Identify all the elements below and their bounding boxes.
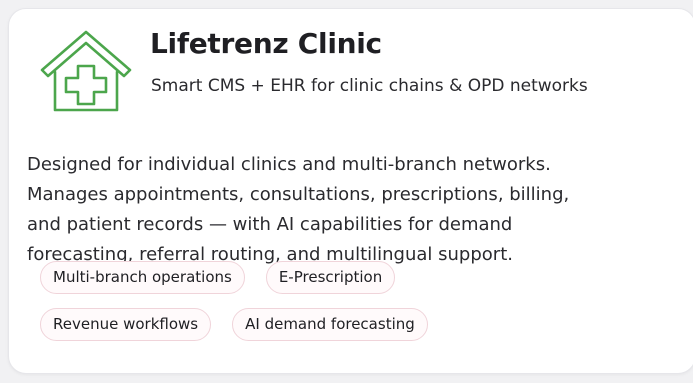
description-line: Manages appointments, consultations, pre… xyxy=(27,184,570,205)
description-line: Designed for individual clinics and mult… xyxy=(27,154,551,175)
tag-e-prescription: E-Prescription xyxy=(265,261,396,294)
tag-row: Multi-branch operations E-Prescription xyxy=(40,261,428,294)
tag-row: Revenue workflows AI demand forecasting xyxy=(40,308,428,341)
card-subtitle: Smart CMS + EHR for clinic chains & OPD … xyxy=(151,76,588,96)
tag-revenue-workflows: Revenue workflows xyxy=(40,308,212,341)
tag-multi-branch-operations: Multi-branch operations xyxy=(40,261,245,294)
clinic-house-cross-icon xyxy=(40,30,132,112)
card-description: Designed for individual clinics and mult… xyxy=(27,150,687,270)
card-title: Lifetrenz Clinic xyxy=(150,27,382,60)
description-line: and patient records — with AI capabiliti… xyxy=(27,214,513,235)
tag-ai-demand-forecasting: AI demand forecasting xyxy=(232,308,428,341)
product-card: Lifetrenz Clinic Smart CMS + EHR for cli… xyxy=(8,8,693,374)
feature-tags: Multi-branch operations E-Prescription R… xyxy=(40,261,428,355)
